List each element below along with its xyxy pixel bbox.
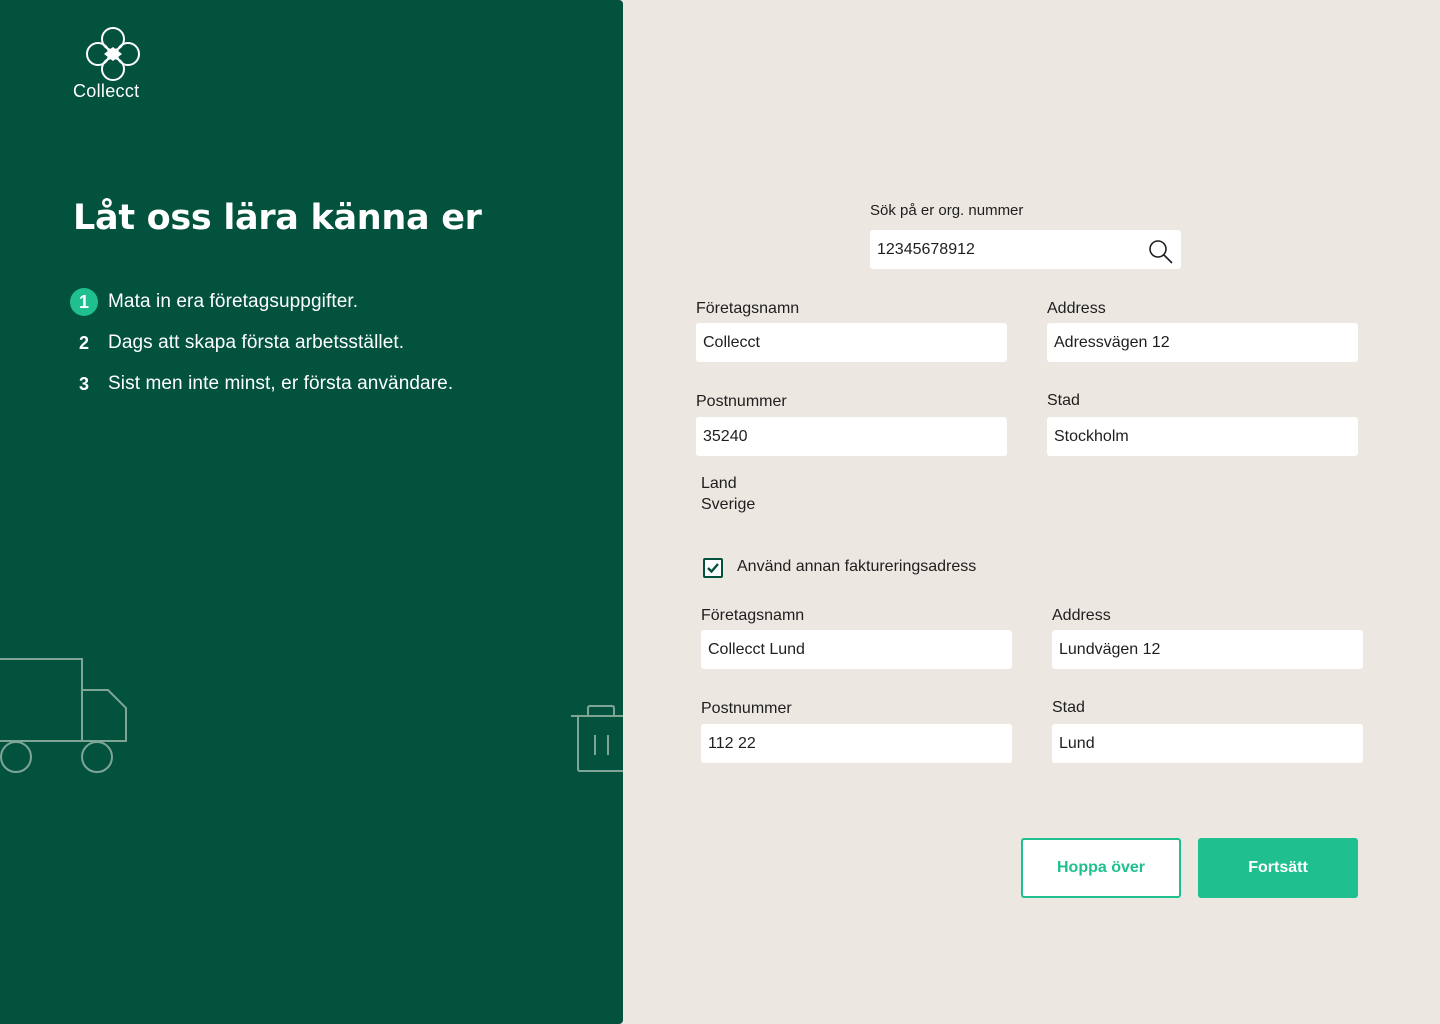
continue-button[interactable]: Fortsätt xyxy=(1198,838,1358,898)
clover-logo-icon xyxy=(86,27,140,81)
postal-code-label: Postnummer xyxy=(696,393,787,410)
search-icon[interactable] xyxy=(1147,238,1175,266)
billing-company-name-field[interactable]: Collecct Lund xyxy=(701,630,1012,669)
org-number-value: 12345678912 xyxy=(877,241,975,258)
step-label: Sist men inte minst, er första användare… xyxy=(108,373,454,394)
billing-address-label: Address xyxy=(1052,607,1111,624)
checkmark-icon xyxy=(707,563,719,574)
skip-button[interactable]: Hoppa över xyxy=(1021,838,1181,898)
postal-code-field[interactable]: 35240 xyxy=(696,417,1007,456)
billing-postal-code-label: Postnummer xyxy=(701,700,792,717)
company-name-field[interactable]: Collecct xyxy=(696,323,1007,362)
city-label: Stad xyxy=(1047,392,1080,409)
truck-icon xyxy=(0,658,127,773)
address-field[interactable]: Adressvägen 12 xyxy=(1047,323,1358,362)
search-label: Sök på er org. nummer xyxy=(870,202,1024,219)
alternate-billing-checkbox[interactable] xyxy=(703,558,723,578)
step-number: 3 xyxy=(78,374,89,394)
country-value: Sverige xyxy=(701,496,756,513)
billing-company-name-label: Företagsnamn xyxy=(701,607,805,624)
city-field[interactable]: Stockholm xyxy=(1047,417,1358,456)
step-label: Dags att skapa första arbetsstället. xyxy=(108,332,405,353)
alternate-billing-label[interactable]: Använd annan faktureringsadress xyxy=(737,558,976,576)
org-number-search-input[interactable]: 12345678912 xyxy=(870,230,1181,269)
billing-city-label: Stad xyxy=(1052,699,1085,716)
address-label: Address xyxy=(1047,300,1106,317)
step-label: Mata in era företagsuppgifter. xyxy=(108,291,359,312)
intro-panel: Collecct Låt oss lära känna er 1 Mata in… xyxy=(0,0,623,1024)
billing-postal-code-field[interactable]: 112 22 xyxy=(701,724,1012,763)
step-number: 2 xyxy=(78,333,89,353)
step-number-badge: 1 xyxy=(70,288,98,316)
trash-bin-icon xyxy=(571,705,623,772)
page-title: Låt oss lära känna er xyxy=(73,198,482,238)
country-label: Land xyxy=(701,475,737,492)
billing-address-field[interactable]: Lundvägen 12 xyxy=(1052,630,1363,669)
brand-name: Collecct xyxy=(73,81,140,101)
company-name-label: Företagsnamn xyxy=(696,300,800,317)
billing-city-field[interactable]: Lund xyxy=(1052,724,1363,763)
brand-logo[interactable]: Collecct xyxy=(72,25,154,103)
